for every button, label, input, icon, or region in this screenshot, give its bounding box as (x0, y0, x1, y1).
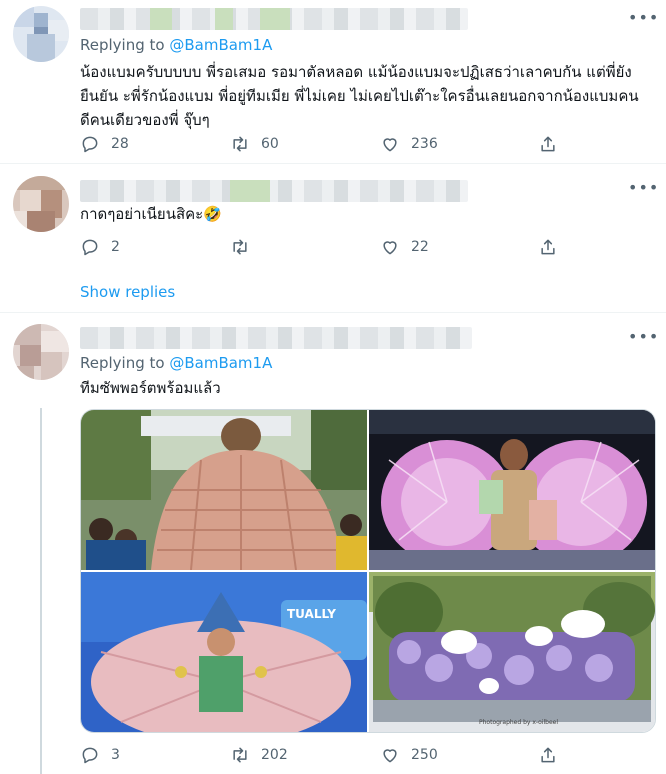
replying-to: Replying to @BamBam1A (80, 354, 272, 372)
pink-money-wings-stage-photo[interactable] (369, 410, 655, 570)
flower-float-photo[interactable]: Photographed by x-oilbeel (369, 572, 655, 732)
reply-count: 2 (111, 239, 120, 255)
like-button[interactable]: 250 (380, 743, 438, 767)
show-replies-link[interactable]: Show replies (80, 283, 175, 301)
tweet-actions: 2 22 (80, 235, 555, 259)
reply-button[interactable]: 2 (80, 235, 120, 259)
retweet-button[interactable]: 202 (230, 743, 288, 767)
thread-line (40, 408, 42, 774)
share-icon (541, 136, 555, 152)
like-button[interactable]: 22 (380, 235, 429, 259)
blurred-user-name[interactable] (80, 180, 468, 202)
share-icon (541, 239, 555, 255)
avatar[interactable] (13, 6, 69, 62)
stage-sign-text: TUALLY (287, 607, 336, 621)
like-button[interactable]: 236 (380, 132, 438, 156)
replying-prefix: Replying to (80, 36, 165, 54)
heart-icon (383, 749, 397, 763)
tweet-text: ทีมซัพพอร์ตพร้อมแล้ว (80, 379, 221, 397)
reply-icon (82, 747, 98, 764)
share-button[interactable] (538, 743, 569, 767)
avatar[interactable] (13, 176, 69, 232)
heart-icon (383, 138, 397, 152)
money-costume-stage-photo[interactable]: TUALLY (81, 572, 367, 732)
share-button[interactable] (538, 235, 569, 259)
tweet-actions: 3 202 250 (80, 743, 555, 767)
reply-count: 3 (111, 747, 120, 763)
share-button[interactable] (538, 132, 569, 156)
reply-count: 28 (111, 136, 129, 152)
retweet-button[interactable] (230, 235, 261, 259)
money-cape-crowd-photo[interactable] (81, 410, 367, 570)
like-count: 22 (411, 239, 429, 255)
retweet-icon (233, 239, 247, 255)
blurred-user-name[interactable] (80, 327, 472, 349)
like-count: 236 (411, 136, 438, 152)
photo-watermark: Photographed by x-oilbeel (479, 719, 558, 726)
retweet-icon (233, 136, 247, 152)
tweet-1[interactable]: ••• Replying to @BamBam1A น้องแบมครับบบบ… (0, 0, 666, 164)
replying-to: Replying to @BamBam1A (80, 36, 272, 54)
reply-icon (82, 136, 98, 153)
tweet-2[interactable]: ••• กาดๆอย่าเนียนสิคะ🤣 2 22 Show replies (0, 164, 666, 312)
tweet-text: กาดๆอย่าเนียนสิคะ🤣 (80, 205, 222, 223)
media-grid: TUALLY Photographed by x-oilbeel (80, 409, 656, 733)
like-count: 250 (411, 747, 438, 763)
retweet-count: 60 (261, 136, 279, 152)
reply-handle-link[interactable]: @BamBam1A (169, 36, 272, 54)
avatar[interactable] (13, 324, 69, 380)
reply-button[interactable]: 28 (80, 132, 129, 156)
reply-button[interactable]: 3 (80, 743, 120, 767)
share-icon (541, 747, 555, 763)
replying-prefix: Replying to (80, 354, 165, 372)
retweet-button[interactable]: 60 (230, 132, 279, 156)
heart-icon (383, 241, 397, 255)
reply-icon (82, 239, 98, 256)
tweet-actions: 28 60 236 (80, 132, 555, 156)
retweet-icon (233, 747, 247, 763)
more-horizontal-icon[interactable]: ••• (628, 8, 658, 28)
blurred-user-name[interactable] (80, 8, 468, 30)
reply-handle-link[interactable]: @BamBam1A (169, 354, 272, 372)
tweet-text: น้องแบมครับบบบบ พี่รอเสมอ รอมาตัลหลอด แม… (80, 63, 639, 129)
retweet-count: 202 (261, 747, 288, 763)
more-horizontal-icon[interactable]: ••• (628, 178, 658, 198)
more-horizontal-icon[interactable]: ••• (628, 327, 658, 347)
